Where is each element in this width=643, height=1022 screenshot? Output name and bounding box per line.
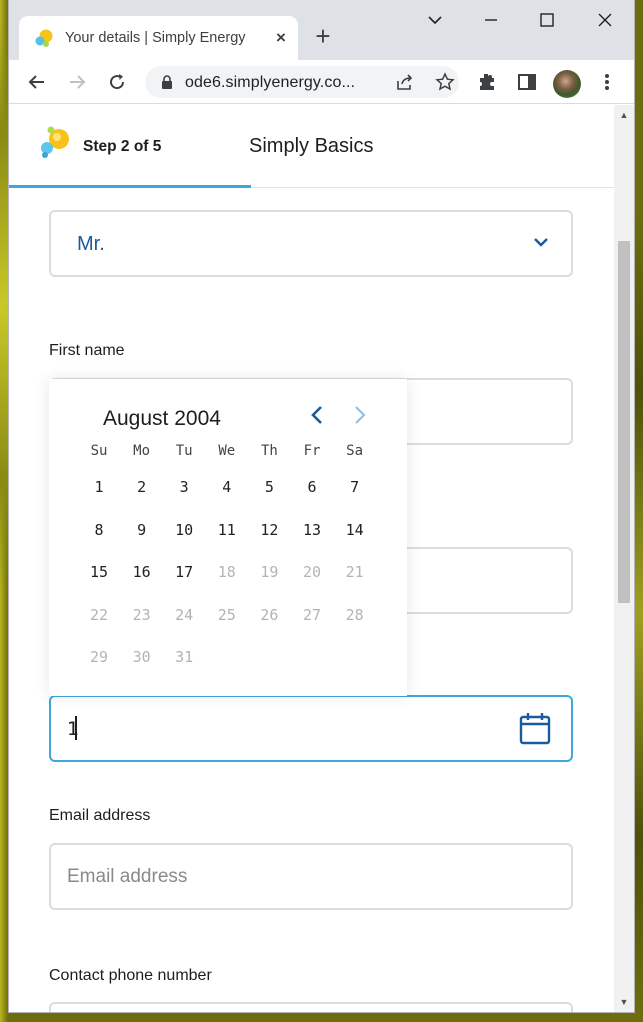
weekday-header: Su <box>90 443 108 459</box>
datepicker-popup: August 2004 Su Mo Tu We Th Fr Sa 1 2 3 4 5 6 7 8 9 10 11 1… <box>49 379 407 696</box>
datepicker-day[interactable]: 13 <box>292 521 332 545</box>
lock-icon[interactable] <box>159 74 175 90</box>
text-caret <box>75 716 77 740</box>
scroll-down-icon[interactable]: ▼ <box>618 996 630 1008</box>
weekday-header: Mo <box>133 443 151 459</box>
url-text: ode6.simplyenergy.co... <box>185 74 356 91</box>
back-icon[interactable] <box>25 70 49 94</box>
maximize-icon[interactable] <box>535 8 559 32</box>
datepicker-day-disabled: 24 <box>175 605 194 624</box>
datepicker-day[interactable]: 15 <box>79 563 119 587</box>
browser-tab[interactable]: Your details | Simply Energy × <box>19 16 298 60</box>
datepicker-day-disabled: 30 <box>132 648 151 666</box>
weekday-header: We <box>218 443 236 459</box>
datepicker-day[interactable]: 12 <box>249 521 289 545</box>
tab-close-icon[interactable]: × <box>271 28 291 48</box>
scroll-up-icon[interactable]: ▲ <box>618 109 630 121</box>
simply-energy-logo <box>41 126 69 158</box>
datepicker-day[interactable]: 5 <box>249 478 289 502</box>
email-label: Email address <box>49 807 151 824</box>
weekday-header: Sa <box>346 443 364 459</box>
plan-name: Simply Basics <box>249 135 374 157</box>
tab-strip: Your details | Simply Energy × + <box>9 0 634 60</box>
tab-search-icon[interactable] <box>423 8 447 32</box>
datepicker-day-disabled: 27 <box>302 605 322 624</box>
bookmark-star-icon[interactable] <box>435 72 455 92</box>
phone-field[interactable] <box>49 1002 573 1012</box>
chevron-left-icon[interactable] <box>307 403 327 427</box>
datepicker-day-disabled: 25 <box>217 605 236 624</box>
datepicker-day-disabled: 23 <box>132 605 151 624</box>
datepicker-day[interactable]: 11 <box>207 521 247 545</box>
step-progress-bar <box>9 185 251 188</box>
datepicker-day-disabled: 21 <box>345 563 364 581</box>
datepicker-day[interactable]: 6 <box>292 478 332 502</box>
datepicker-day-disabled: 26 <box>260 605 279 624</box>
date-of-birth-field[interactable]: 1 <box>49 695 573 762</box>
email-placeholder: Email address <box>67 866 188 887</box>
page-scrollbar[interactable]: ▲ ▼ <box>614 105 634 1012</box>
email-field[interactable]: Email address <box>49 843 573 910</box>
datepicker-day-disabled: 28 <box>345 605 364 624</box>
step-indicator: Step 2 of 5 Simply Basics <box>9 105 614 188</box>
simply-energy-favicon <box>35 29 53 47</box>
datepicker-day-disabled: 19 <box>260 563 279 581</box>
phone-label: Contact phone number <box>49 967 212 984</box>
address-bar[interactable]: ode6.simplyenergy.co... <box>145 66 459 98</box>
share-icon[interactable] <box>395 73 415 91</box>
datepicker-day[interactable]: 14 <box>335 521 375 545</box>
datepicker-day-disabled: 29 <box>89 648 109 666</box>
extensions-icon[interactable] <box>475 70 499 94</box>
new-tab-icon[interactable]: + <box>311 23 335 49</box>
calendar-icon[interactable] <box>519 711 551 745</box>
datepicker-day-disabled: 31 <box>175 648 194 666</box>
datepicker-day[interactable]: 1 <box>79 478 119 502</box>
datepicker-day-disabled: 22 <box>89 605 109 624</box>
forward-icon[interactable] <box>65 70 89 94</box>
datepicker-day[interactable]: 3 <box>164 478 204 502</box>
step-progress-label: Step 2 of 5 <box>83 138 162 155</box>
datepicker-day[interactable]: 8 <box>79 521 119 545</box>
datepicker-day-disabled: 18 <box>217 563 236 581</box>
close-window-icon[interactable] <box>593 8 617 32</box>
chevron-down-icon <box>534 238 548 247</box>
browser-window: Your details | Simply Energy × + ode6.si… <box>9 0 634 1012</box>
date-of-birth-input-value: 1 <box>67 718 80 740</box>
scroll-thumb[interactable] <box>618 241 630 603</box>
datepicker-day[interactable]: 7 <box>335 478 375 502</box>
reload-icon[interactable] <box>105 70 129 94</box>
weekday-header: Th <box>260 443 278 459</box>
profile-avatar[interactable] <box>553 70 581 98</box>
title-select[interactable]: Mr. <box>49 210 573 277</box>
datepicker-day-disabled: 20 <box>302 563 322 581</box>
datepicker-day[interactable]: 17 <box>164 563 204 587</box>
tab-title: Your details | Simply Energy <box>65 30 246 46</box>
title-select-value: Mr. <box>77 233 105 255</box>
page-content: Step 2 of 5 Simply Basics Mr. First name… <box>9 105 614 1012</box>
menu-kebab-icon[interactable] <box>595 70 619 94</box>
datepicker-day[interactable]: 2 <box>122 478 162 502</box>
datepicker-day[interactable]: 4 <box>207 478 247 502</box>
weekday-header: Tu <box>175 443 193 459</box>
datepicker-day[interactable]: 9 <box>122 521 162 545</box>
datepicker-month-year: August 2004 <box>103 407 221 430</box>
weekday-header: Fr <box>303 443 321 459</box>
browser-toolbar: ode6.simplyenergy.co... <box>9 60 634 104</box>
minimize-icon[interactable] <box>479 8 503 32</box>
first-name-label: First name <box>49 342 125 359</box>
side-panel-icon[interactable] <box>515 70 539 94</box>
datepicker-day[interactable]: 10 <box>164 521 204 545</box>
datepicker-day[interactable]: 16 <box>122 563 162 587</box>
chevron-right-icon[interactable] <box>350 403 370 427</box>
